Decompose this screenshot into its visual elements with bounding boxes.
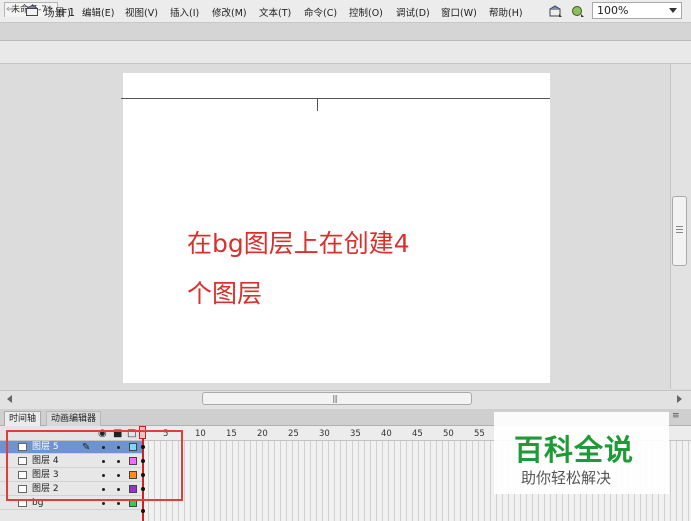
menu-insert[interactable]: 插入(I) bbox=[170, 5, 199, 19]
edit-bar bbox=[0, 41, 691, 64]
frame-number: 50 bbox=[443, 429, 454, 439]
back-arrow-icon[interactable]: ⇐ bbox=[6, 4, 14, 15]
frame-number: 10 bbox=[195, 429, 206, 439]
stage-guide-line bbox=[121, 98, 550, 99]
frame-number: 35 bbox=[350, 429, 361, 439]
lock-dot[interactable] bbox=[117, 502, 120, 505]
edit-scene-icon[interactable] bbox=[549, 4, 563, 18]
frame-number: 15 bbox=[226, 429, 237, 439]
zoom-value: 100% bbox=[597, 4, 629, 17]
menu-modify[interactable]: 修改(M) bbox=[212, 5, 247, 19]
edit-symbol-icon[interactable] bbox=[571, 4, 585, 18]
scene-label: 场景 1 bbox=[44, 7, 76, 19]
tab-motion-editor[interactable]: 动画编辑器 bbox=[46, 411, 102, 426]
watermark-subtitle: 助你轻松解决 bbox=[521, 469, 612, 487]
menu-debug[interactable]: 调试(D) bbox=[396, 5, 430, 19]
scroll-grip-icon: ||| bbox=[332, 394, 338, 403]
tab-timeline[interactable]: 时间轴 bbox=[4, 411, 42, 426]
frame-number: 30 bbox=[319, 429, 330, 439]
frame-number: 20 bbox=[257, 429, 268, 439]
menu-commands[interactable]: 命令(C) bbox=[304, 5, 337, 19]
scroll-right-icon[interactable] bbox=[677, 395, 682, 403]
frame-number: 55 bbox=[474, 429, 485, 439]
menu-help[interactable]: 帮助(H) bbox=[489, 5, 523, 19]
frame-number: 40 bbox=[381, 429, 392, 439]
text-cursor bbox=[317, 98, 318, 111]
frame-number: 45 bbox=[412, 429, 423, 439]
visibility-dot[interactable] bbox=[102, 502, 105, 505]
frame-number: 25 bbox=[288, 429, 299, 439]
scroll-left-icon[interactable] bbox=[7, 395, 12, 403]
panel-menu-icon[interactable]: ≡ bbox=[672, 411, 680, 421]
menu-control[interactable]: 控制(O) bbox=[349, 5, 383, 19]
keyframe[interactable] bbox=[141, 509, 145, 513]
annotation-text-line2: 个图层 bbox=[187, 279, 263, 308]
document-tab-bar bbox=[0, 23, 691, 41]
menu-window[interactable]: 窗口(W) bbox=[441, 5, 477, 19]
scene-icon bbox=[26, 5, 38, 16]
annotation-text-line1: 在bg图层上在创建4 bbox=[187, 229, 410, 258]
menu-text[interactable]: 文本(T) bbox=[259, 5, 291, 19]
watermark-title: 百科全说 bbox=[514, 433, 635, 467]
chevron-down-icon bbox=[669, 8, 677, 13]
highlight-box bbox=[6, 430, 183, 501]
menu-view[interactable]: 视图(V) bbox=[125, 5, 158, 19]
scroll-grip-icon bbox=[676, 226, 683, 234]
menu-edit[interactable]: 编辑(E) bbox=[82, 5, 114, 19]
zoom-select[interactable]: 100% bbox=[592, 2, 682, 19]
